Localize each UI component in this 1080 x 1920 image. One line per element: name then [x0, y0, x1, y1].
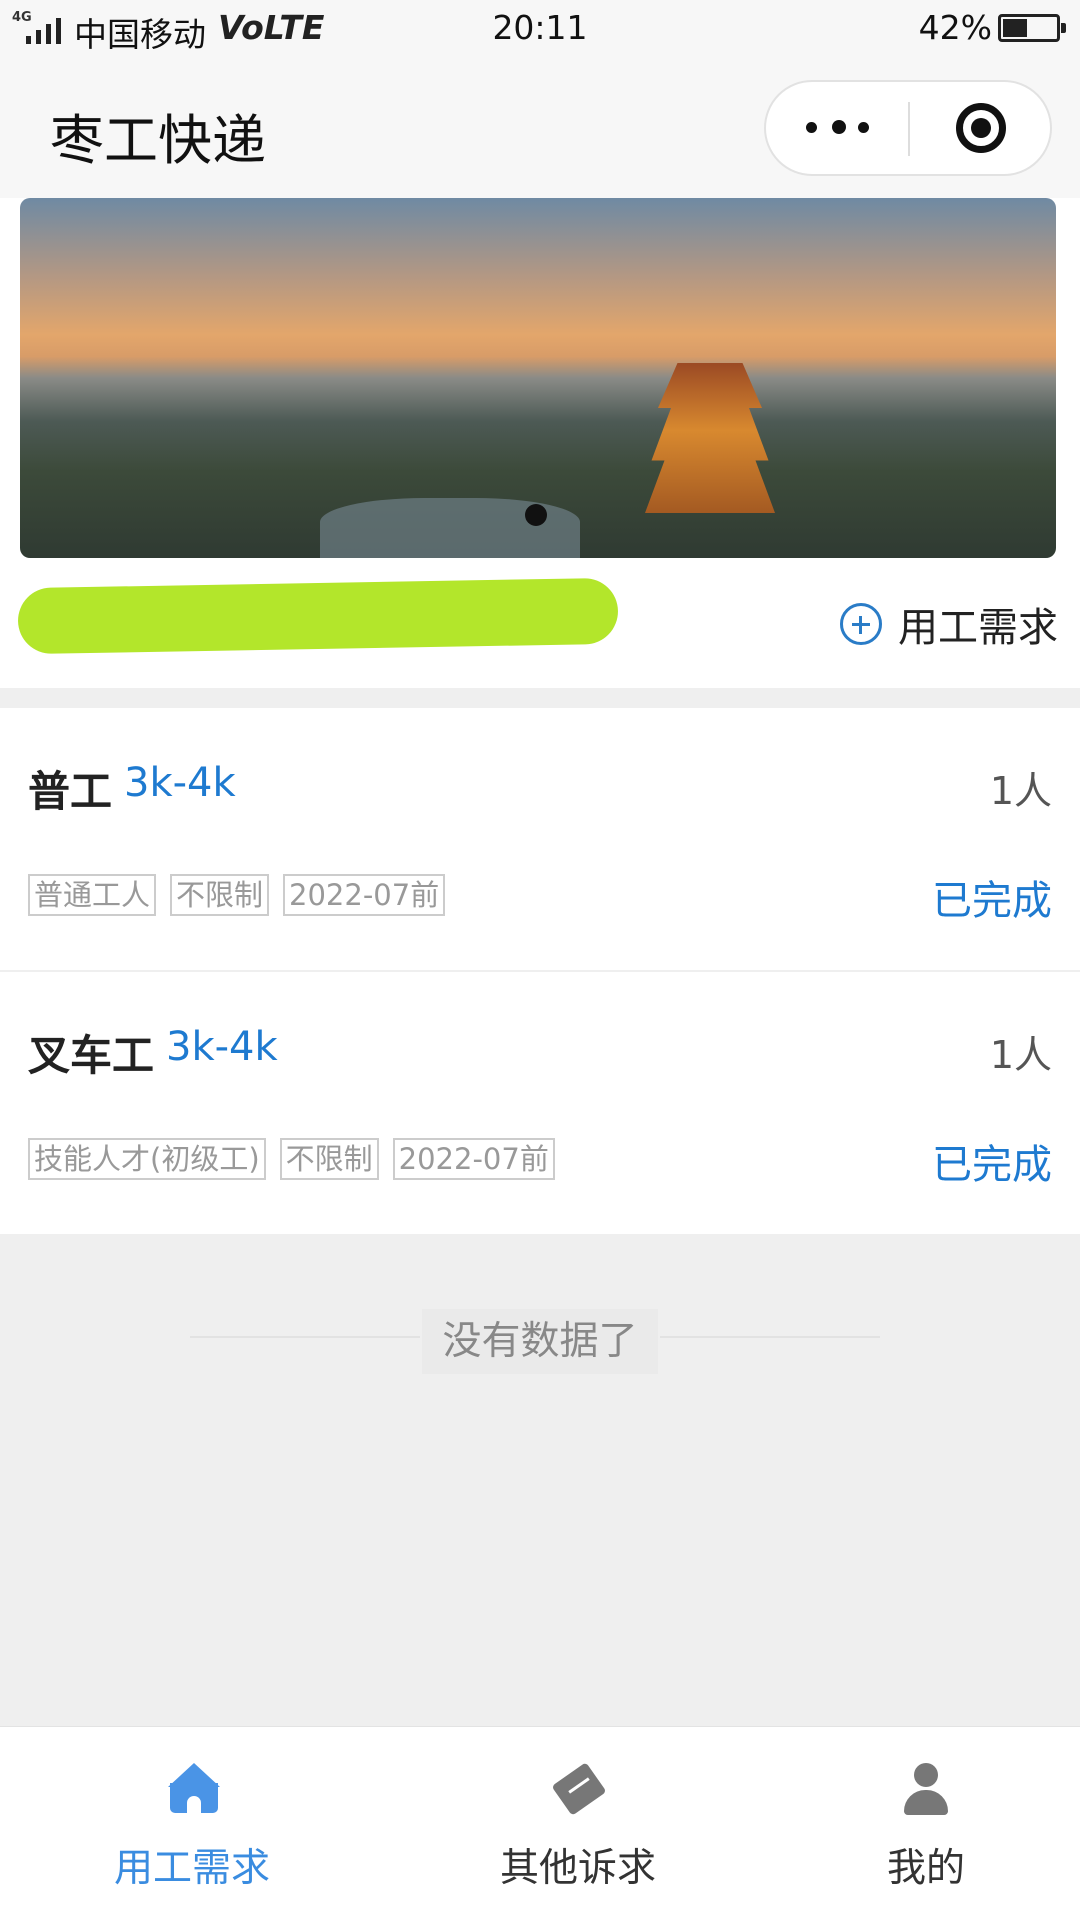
more-icon[interactable] [766, 82, 908, 174]
job-salary: 3k-4k [166, 1024, 278, 1070]
tab-label: 我的 [886, 1846, 965, 1891]
page-title: 枣工快递 [50, 109, 266, 172]
job-headcount: 1人 [989, 769, 1052, 813]
header-card: 用工需求 [0, 198, 1080, 688]
tab-other-requests[interactable]: 其他诉求 [398, 1727, 758, 1920]
job-status: 已完成 [932, 878, 1052, 924]
close-icon[interactable] [910, 82, 1052, 174]
mini-program-capsule [764, 80, 1052, 176]
list-end-label: 没有数据了 [422, 1309, 658, 1374]
job-tags: 普通工人 不限制 2022-07前 [28, 874, 459, 916]
add-demand-button[interactable]: 用工需求 [840, 598, 1058, 651]
redacted-text [17, 577, 619, 655]
mail-icon [550, 1762, 607, 1816]
user-icon [902, 1763, 950, 1815]
plus-circle-icon [840, 603, 882, 645]
job-tag: 不限制 [279, 1138, 379, 1180]
battery-icon [998, 14, 1066, 42]
tab-label: 其他诉求 [499, 1846, 656, 1891]
nav-bar: 枣工快递 [0, 58, 1080, 198]
job-tag: 普通工人 [28, 874, 157, 916]
job-tags: 技能人才(初级工) 不限制 2022-07前 [28, 1138, 569, 1180]
status-bar: 4G 中国移动 VoLTE 20:11 42% [0, 0, 1080, 58]
add-demand-label: 用工需求 [898, 605, 1058, 651]
job-title: 叉车工 [28, 1031, 155, 1080]
job-salary: 3k-4k [124, 760, 236, 806]
tab-bar: 用工需求 其他诉求 我的 [0, 1726, 1080, 1920]
job-tag: 2022-07前 [392, 1138, 555, 1180]
tab-label: 用工需求 [113, 1846, 270, 1891]
job-tag: 不限制 [170, 874, 270, 916]
job-item[interactable]: 叉车工 3k-4k 1人 技能人才(初级工) 不限制 2022-07前 已完成 [0, 972, 1080, 1234]
banner-image[interactable] [20, 198, 1056, 558]
job-title: 普工 [28, 767, 113, 816]
job-item[interactable]: 普工 3k-4k 1人 普通工人 不限制 2022-07前 已完成 [0, 708, 1080, 970]
job-headcount: 1人 [989, 1033, 1052, 1077]
tab-demand[interactable]: 用工需求 [12, 1727, 372, 1920]
job-tag: 2022-07前 [283, 874, 446, 916]
home-icon [168, 1763, 220, 1813]
job-tag: 技能人才(初级工) [28, 1138, 266, 1180]
carousel-indicator [525, 504, 547, 526]
battery-percent: 42% [918, 8, 992, 47]
list-end-message: 没有数据了 [0, 1309, 1080, 1374]
tab-mine[interactable]: 我的 [746, 1727, 1080, 1920]
job-status: 已完成 [932, 1142, 1052, 1188]
